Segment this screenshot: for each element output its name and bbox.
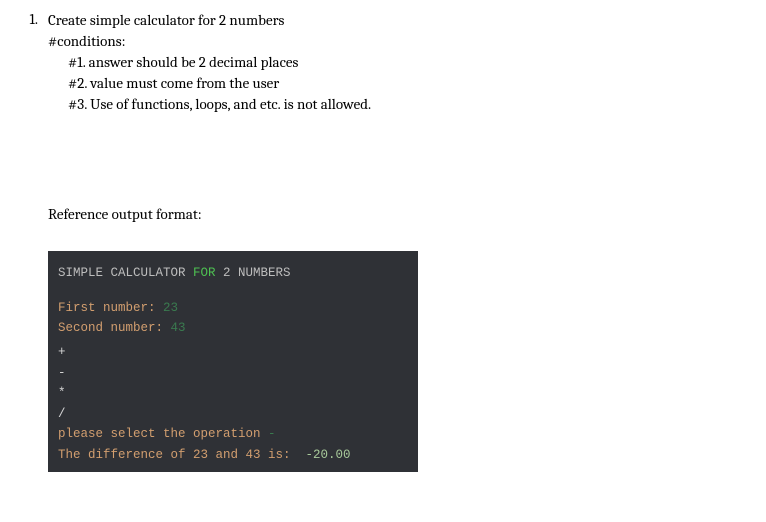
terminal-op-multiply: * [58, 383, 408, 404]
terminal-result-line: The difference of 23 and 43 is: -20.00 [58, 445, 408, 466]
terminal-second-number: Second number: 43 [58, 318, 408, 339]
condition-2: #2. value must come from the user [48, 73, 766, 94]
reference-output-label: Reference output format: [48, 205, 766, 223]
list-item-1: 1. Create simple calculator for 2 number… [20, 10, 766, 472]
terminal-op-plus: + [58, 342, 408, 363]
terminal-op-minus: - [58, 363, 408, 384]
list-body: Create simple calculator for 2 numbers #… [48, 10, 766, 472]
list-number: 1. [20, 10, 48, 28]
terminal-first-number: First number: 23 [58, 298, 408, 319]
terminal-op-divide: / [58, 404, 408, 425]
conditions-label: #conditions: [48, 31, 766, 52]
terminal-select-line: please select the operation - [58, 424, 408, 445]
terminal-title: SIMPLE CALCULATOR FOR 2 NUMBERS [58, 263, 408, 284]
terminal-output: SIMPLE CALCULATOR FOR 2 NUMBERS First nu… [48, 251, 418, 472]
condition-1: #1. answer should be 2 decimal places [48, 52, 766, 73]
condition-3: #3. Use of functions, loops, and etc. is… [48, 94, 766, 115]
question-title: Create simple calculator for 2 numbers [48, 10, 766, 31]
